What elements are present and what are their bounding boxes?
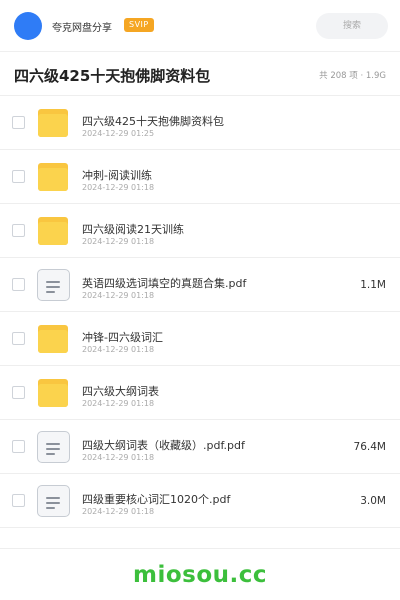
app-name: 夸克网盘分享: [52, 23, 112, 34]
file-date: 2024-12-29 01:18: [82, 507, 155, 516]
document-icon: [37, 485, 70, 517]
select-checkbox[interactable]: [12, 332, 25, 345]
item-count: 共 208 项 · 1.9G: [319, 71, 386, 81]
svip-badge: SVIP: [124, 18, 154, 32]
folder-icon: [38, 379, 68, 407]
file-row[interactable]: 四六级阅读21天训练 2024-12-29 01:18: [0, 204, 400, 258]
select-checkbox[interactable]: [12, 224, 25, 237]
file-date: 2024-12-29 01:18: [82, 291, 155, 300]
avatar[interactable]: [14, 12, 42, 40]
file-name[interactable]: 四级大纲词表（收藏级）.pdf.pdf: [82, 437, 245, 453]
file-date: 2024-12-29 01:18: [82, 345, 155, 354]
folder-icon: [38, 109, 68, 137]
file-date: 2024-12-29 01:18: [82, 237, 155, 246]
file-row[interactable]: 冲锋-四六级词汇 2024-12-29 01:18: [0, 312, 400, 366]
file-row[interactable]: 四级重要核心词汇1020个.pdf 2024-12-29 01:18 3.0M: [0, 474, 400, 528]
file-size: 76.4M: [353, 441, 386, 453]
file-row[interactable]: 四六级大纲词表 2024-12-29 01:18: [0, 366, 400, 420]
select-checkbox[interactable]: [12, 170, 25, 183]
file-date: 2024-12-29 01:25: [82, 129, 155, 138]
page-title: 四六级425十天抱佛脚资料包: [14, 67, 211, 85]
select-checkbox[interactable]: [12, 386, 25, 399]
file-date: 2024-12-29 01:18: [82, 453, 155, 462]
file-date: 2024-12-29 01:18: [82, 183, 155, 192]
file-name[interactable]: 英语四级选词填空的真题合集.pdf: [82, 275, 246, 291]
search-input[interactable]: 搜索: [316, 13, 388, 39]
file-name[interactable]: 四六级阅读21天训练: [82, 221, 184, 237]
title-row: 四六级425十天抱佛脚资料包 共 208 项 · 1.9G: [0, 52, 400, 96]
document-icon: [37, 269, 70, 301]
file-row[interactable]: 四六级425十天抱佛脚资料包 2024-12-29 01:25: [0, 96, 400, 150]
document-icon: [37, 431, 70, 463]
select-checkbox[interactable]: [12, 278, 25, 291]
file-row[interactable]: 冲刺-阅读训练 2024-12-29 01:18: [0, 150, 400, 204]
folder-icon: [38, 325, 68, 353]
file-name[interactable]: 四六级425十天抱佛脚资料包: [82, 113, 224, 129]
watermark: miosou.cc: [132, 562, 268, 588]
folder-icon: [38, 163, 68, 191]
top-bar: 夸克网盘分享 SVIP 搜索: [0, 0, 400, 52]
file-row[interactable]: 英语四级选词填空的真题合集.pdf 2024-12-29 01:18 1.1M: [0, 258, 400, 312]
select-checkbox[interactable]: [12, 116, 25, 129]
select-checkbox[interactable]: [12, 494, 25, 507]
file-row[interactable]: 四级大纲词表（收藏级）.pdf.pdf 2024-12-29 01:18 76.4M: [0, 420, 400, 474]
file-name[interactable]: 四级重要核心词汇1020个.pdf: [82, 491, 230, 507]
folder-icon: [38, 217, 68, 245]
divider: [0, 548, 400, 549]
select-checkbox[interactable]: [12, 440, 25, 453]
file-date: 2024-12-29 01:18: [82, 399, 155, 408]
file-list: 四六级425十天抱佛脚资料包 2024-12-29 01:25 冲刺-阅读训练 202…: [0, 96, 400, 528]
file-name[interactable]: 冲锋-四六级词汇: [82, 329, 163, 345]
file-size: 3.0M: [360, 495, 386, 507]
file-name[interactable]: 四六级大纲词表: [82, 383, 159, 399]
file-size: 1.1M: [360, 279, 386, 291]
file-name[interactable]: 冲刺-阅读训练: [82, 167, 152, 183]
